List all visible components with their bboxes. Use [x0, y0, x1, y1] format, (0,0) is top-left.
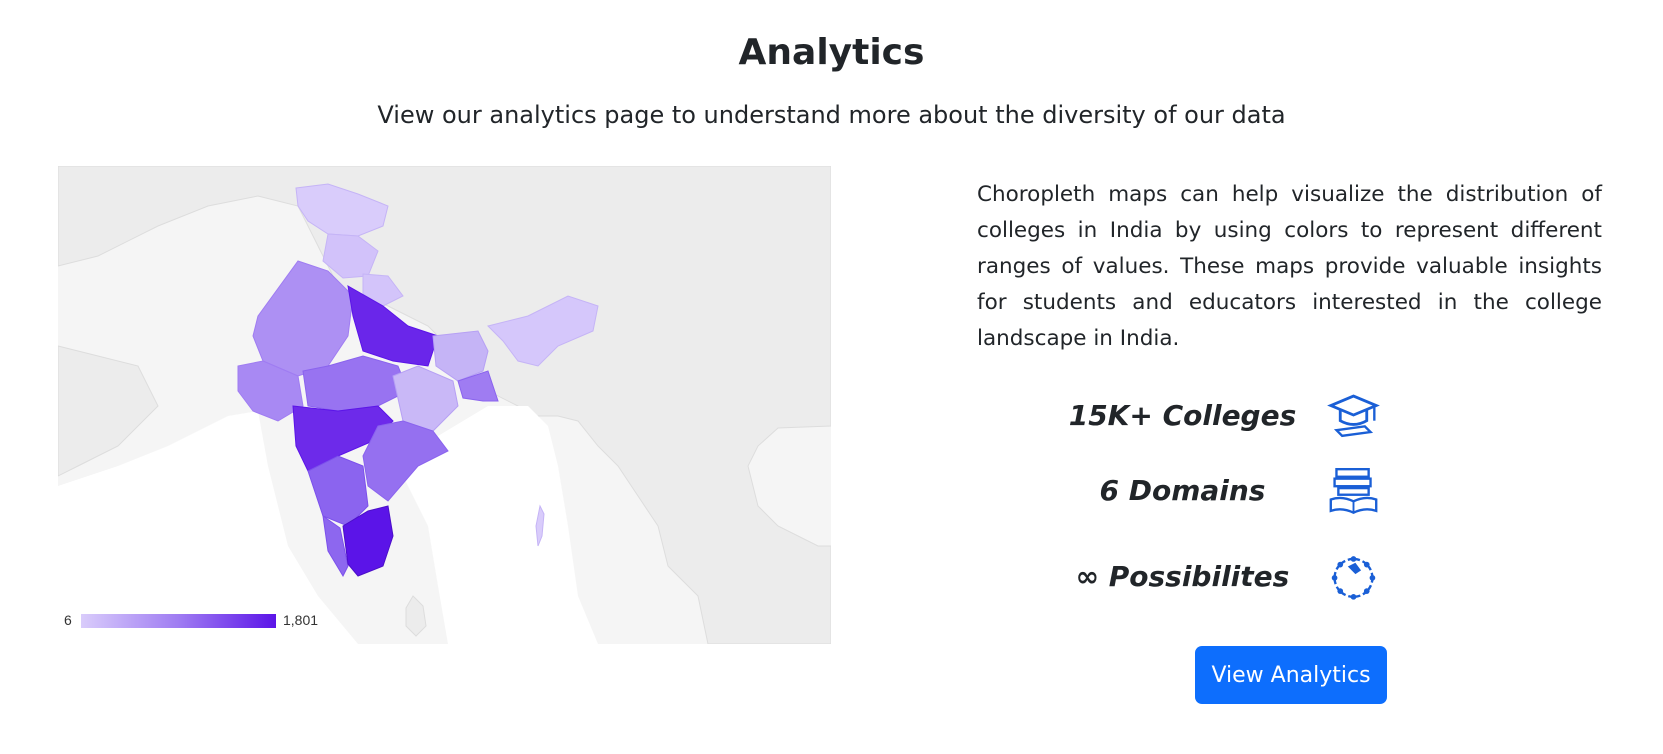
legend-gradient-bar: [81, 614, 276, 628]
stat-domains-label: 6 Domains: [1099, 473, 1266, 507]
legend-min-value: 6: [64, 612, 72, 628]
sri-lanka-land: [405, 595, 427, 637]
state-karnataka[interactable]: [307, 455, 369, 527]
view-analytics-button[interactable]: View Analytics: [1195, 646, 1387, 704]
stat-possibilities: ∞ Possibilites: [1050, 546, 1380, 606]
map-description: Choropleth maps can help visualize the d…: [977, 182, 1602, 351]
india-choropleth-map[interactable]: [58, 166, 831, 644]
stat-colleges: 15K+ Colleges: [1050, 385, 1380, 445]
stat-possibilities-label: ∞ Possibilites: [1075, 559, 1290, 593]
page-subtitle: View our analytics page to understand mo…: [377, 101, 1286, 129]
books-icon: [1329, 467, 1378, 515]
network-icon: [1331, 556, 1376, 600]
map-canvas: [58, 166, 831, 644]
stat-domains: 6 Domains: [1050, 460, 1380, 520]
graduation-cap-icon: [1327, 394, 1380, 438]
stat-colleges-label: 15K+ Colleges: [1068, 398, 1297, 432]
legend-max-value: 1,801: [283, 612, 319, 628]
page-title: Analytics: [738, 32, 925, 73]
map-legend: 6 1,801: [58, 610, 358, 630]
